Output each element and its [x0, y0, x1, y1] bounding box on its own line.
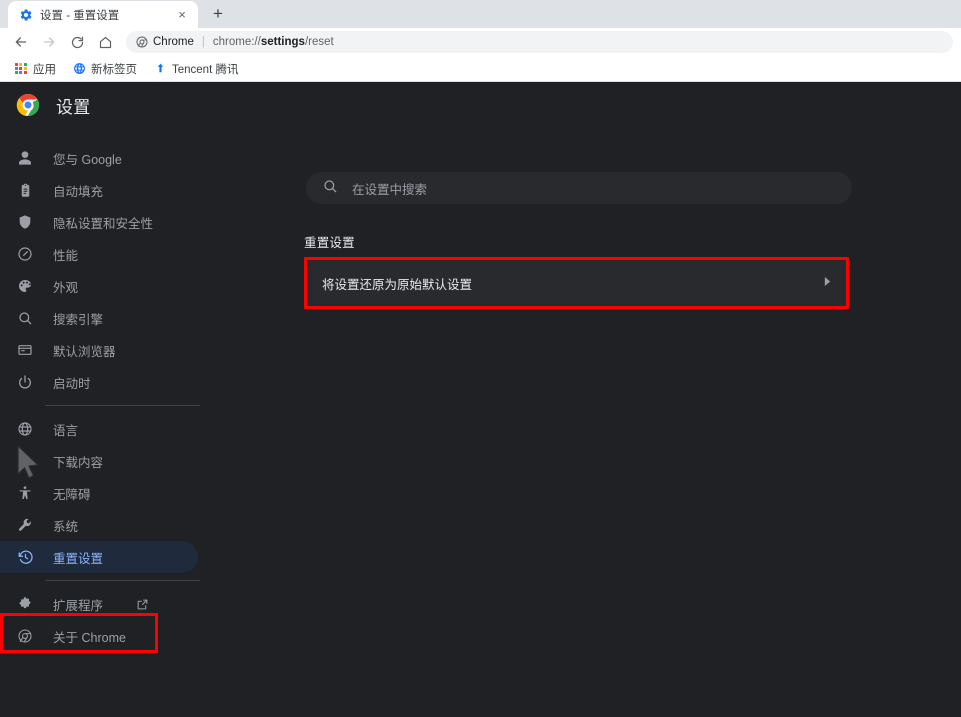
- sidebar-item-system[interactable]: 系统: [0, 509, 198, 541]
- person-icon: [16, 149, 34, 167]
- sidebar-item-label: 您与 Google: [53, 152, 122, 167]
- chrome-outline-icon: [16, 627, 34, 645]
- sidebar-divider: [45, 580, 200, 581]
- settings-header: 设置: [0, 82, 256, 128]
- url-prefix: chrome://: [212, 36, 261, 48]
- section-heading: 重置设置: [304, 236, 355, 250]
- chrome-logo-icon: [16, 93, 40, 117]
- back-arrow-icon[interactable]: [8, 29, 34, 55]
- sidebar-item-label: 重置设置: [53, 551, 104, 566]
- sidebar-item-label: 默认浏览器: [53, 344, 116, 359]
- bookmark-label: Tencent 腾讯: [172, 63, 239, 76]
- page-title: 设置: [56, 97, 91, 117]
- external-link-icon[interactable]: [136, 598, 149, 611]
- sidebar-item-about-chrome[interactable]: 关于 Chrome: [0, 620, 198, 652]
- sidebar-item-label: 启动时: [53, 376, 91, 391]
- sidebar-item-search-engine[interactable]: 搜索引擎: [0, 302, 198, 334]
- sidebar-item-label: 系统: [53, 519, 79, 534]
- sidebar-item-label: 无障碍: [53, 487, 91, 502]
- new-tab-button[interactable]: +: [204, 0, 232, 28]
- sidebar-item-label: 搜索引擎: [53, 312, 104, 327]
- sidebar-item-label: 扩展程序: [53, 598, 104, 613]
- sidebar-item-you-and-google[interactable]: 您与 Google: [0, 142, 198, 174]
- sidebar-item-label: 隐私设置和安全性: [53, 216, 154, 231]
- sidebar-item-reset-settings[interactable]: 重置设置: [0, 541, 198, 573]
- sidebar-item-label: 外观: [53, 280, 79, 295]
- browser-tab[interactable]: 设置 - 重置设置 ×: [8, 1, 198, 28]
- browser-window: 设置 - 重置设置 × + Chrome | chrome://settings…: [0, 0, 961, 717]
- omnibox-url: chrome://settings/reset: [213, 36, 334, 48]
- tencent-arrow-icon: [153, 62, 167, 76]
- url-suffix: /reset: [304, 36, 334, 48]
- clipboard-icon: [16, 181, 34, 199]
- bookmark-label: 应用: [33, 63, 56, 76]
- search-input[interactable]: 在设置中搜索: [352, 179, 427, 198]
- omnibox-chip-label: Chrome: [153, 36, 194, 48]
- download-icon: [16, 452, 34, 470]
- sidebar-item-label: 性能: [53, 248, 79, 263]
- sidebar-item-label: 下载内容: [53, 455, 104, 470]
- sidebar-item-on-startup[interactable]: 启动时: [0, 366, 198, 398]
- sidebar-item-performance[interactable]: 性能: [0, 238, 198, 270]
- sidebar-nav: 您与 Google 自动填充 隐私设置和安全性 性能 外观 搜索引擎 默认浏览器…: [0, 128, 256, 652]
- close-icon[interactable]: ×: [174, 7, 190, 23]
- puzzle-icon: [16, 595, 34, 613]
- bookmark-apps[interactable]: 应用: [8, 59, 62, 79]
- sidebar-item-downloads[interactable]: 下载内容: [0, 445, 198, 477]
- address-bar[interactable]: Chrome | chrome://settings/reset: [126, 31, 953, 53]
- sidebar-item-appearance[interactable]: 外观: [0, 270, 198, 302]
- forward-arrow-icon: [36, 29, 62, 55]
- bookmark-tencent[interactable]: Tencent 腾讯: [147, 59, 244, 79]
- chrome-security-chip: Chrome: [136, 36, 194, 48]
- restore-defaults-row[interactable]: 将设置还原为原始默认设置: [304, 257, 850, 309]
- sidebar-item-autofill[interactable]: 自动填充: [0, 174, 198, 206]
- palette-icon: [16, 277, 34, 295]
- browser-window-icon: [16, 341, 34, 359]
- shield-icon: [16, 213, 34, 231]
- tab-title: 设置 - 重置设置: [40, 9, 120, 22]
- tab-strip: 设置 - 重置设置 × +: [0, 0, 961, 28]
- home-icon[interactable]: [92, 29, 118, 55]
- restore-defaults-label: 将设置还原为原始默认设置: [322, 277, 473, 292]
- reload-icon[interactable]: [64, 29, 90, 55]
- sidebar-item-label: 自动填充: [53, 184, 104, 199]
- browser-toolbar: Chrome | chrome://settings/reset: [0, 28, 961, 56]
- settings-content: 在设置中搜索 重置设置 将设置还原为原始默认设置: [256, 82, 961, 717]
- sidebar-item-default-browser[interactable]: 默认浏览器: [0, 334, 198, 366]
- search-settings-box[interactable]: 在设置中搜索: [306, 172, 852, 204]
- sidebar-item-label: 关于 Chrome: [53, 630, 126, 645]
- sidebar-item-accessibility[interactable]: 无障碍: [0, 477, 198, 509]
- settings-gear-icon: [18, 7, 33, 22]
- wrench-icon: [16, 516, 34, 534]
- chevron-right-icon: [823, 276, 832, 290]
- sidebar-item-extensions[interactable]: 扩展程序: [0, 588, 198, 620]
- power-icon: [16, 373, 34, 391]
- settings-page: 设置 您与 Google 自动填充 隐私设置和安全性 性能 外观 搜索引擎 默认…: [0, 82, 961, 717]
- accessibility-icon: [16, 484, 34, 502]
- bookmark-label: 新标签页: [91, 63, 137, 76]
- globe-icon: [16, 420, 34, 438]
- globe-icon: [72, 62, 86, 76]
- search-icon: [322, 178, 338, 199]
- chrome-icon: [136, 36, 148, 48]
- sidebar-divider: [45, 405, 200, 406]
- search-icon: [16, 309, 34, 327]
- sidebar-item-privacy-security[interactable]: 隐私设置和安全性: [0, 206, 198, 238]
- bookmarks-bar: 应用 新标签页 Tencent 腾讯: [0, 56, 961, 82]
- omnibox-separator: |: [201, 36, 205, 48]
- sidebar-item-label: 语言: [53, 423, 79, 438]
- url-bold-segment: settings: [260, 36, 305, 48]
- clock-rewind-icon: [16, 548, 34, 566]
- settings-sidebar: 设置 您与 Google 自动填充 隐私设置和安全性 性能 外观 搜索引擎 默认…: [0, 82, 256, 717]
- speedometer-icon: [16, 245, 34, 263]
- sidebar-item-languages[interactable]: 语言: [0, 413, 198, 445]
- bookmark-new-tab-page[interactable]: 新标签页: [66, 59, 143, 79]
- apps-grid-icon: [14, 62, 28, 76]
